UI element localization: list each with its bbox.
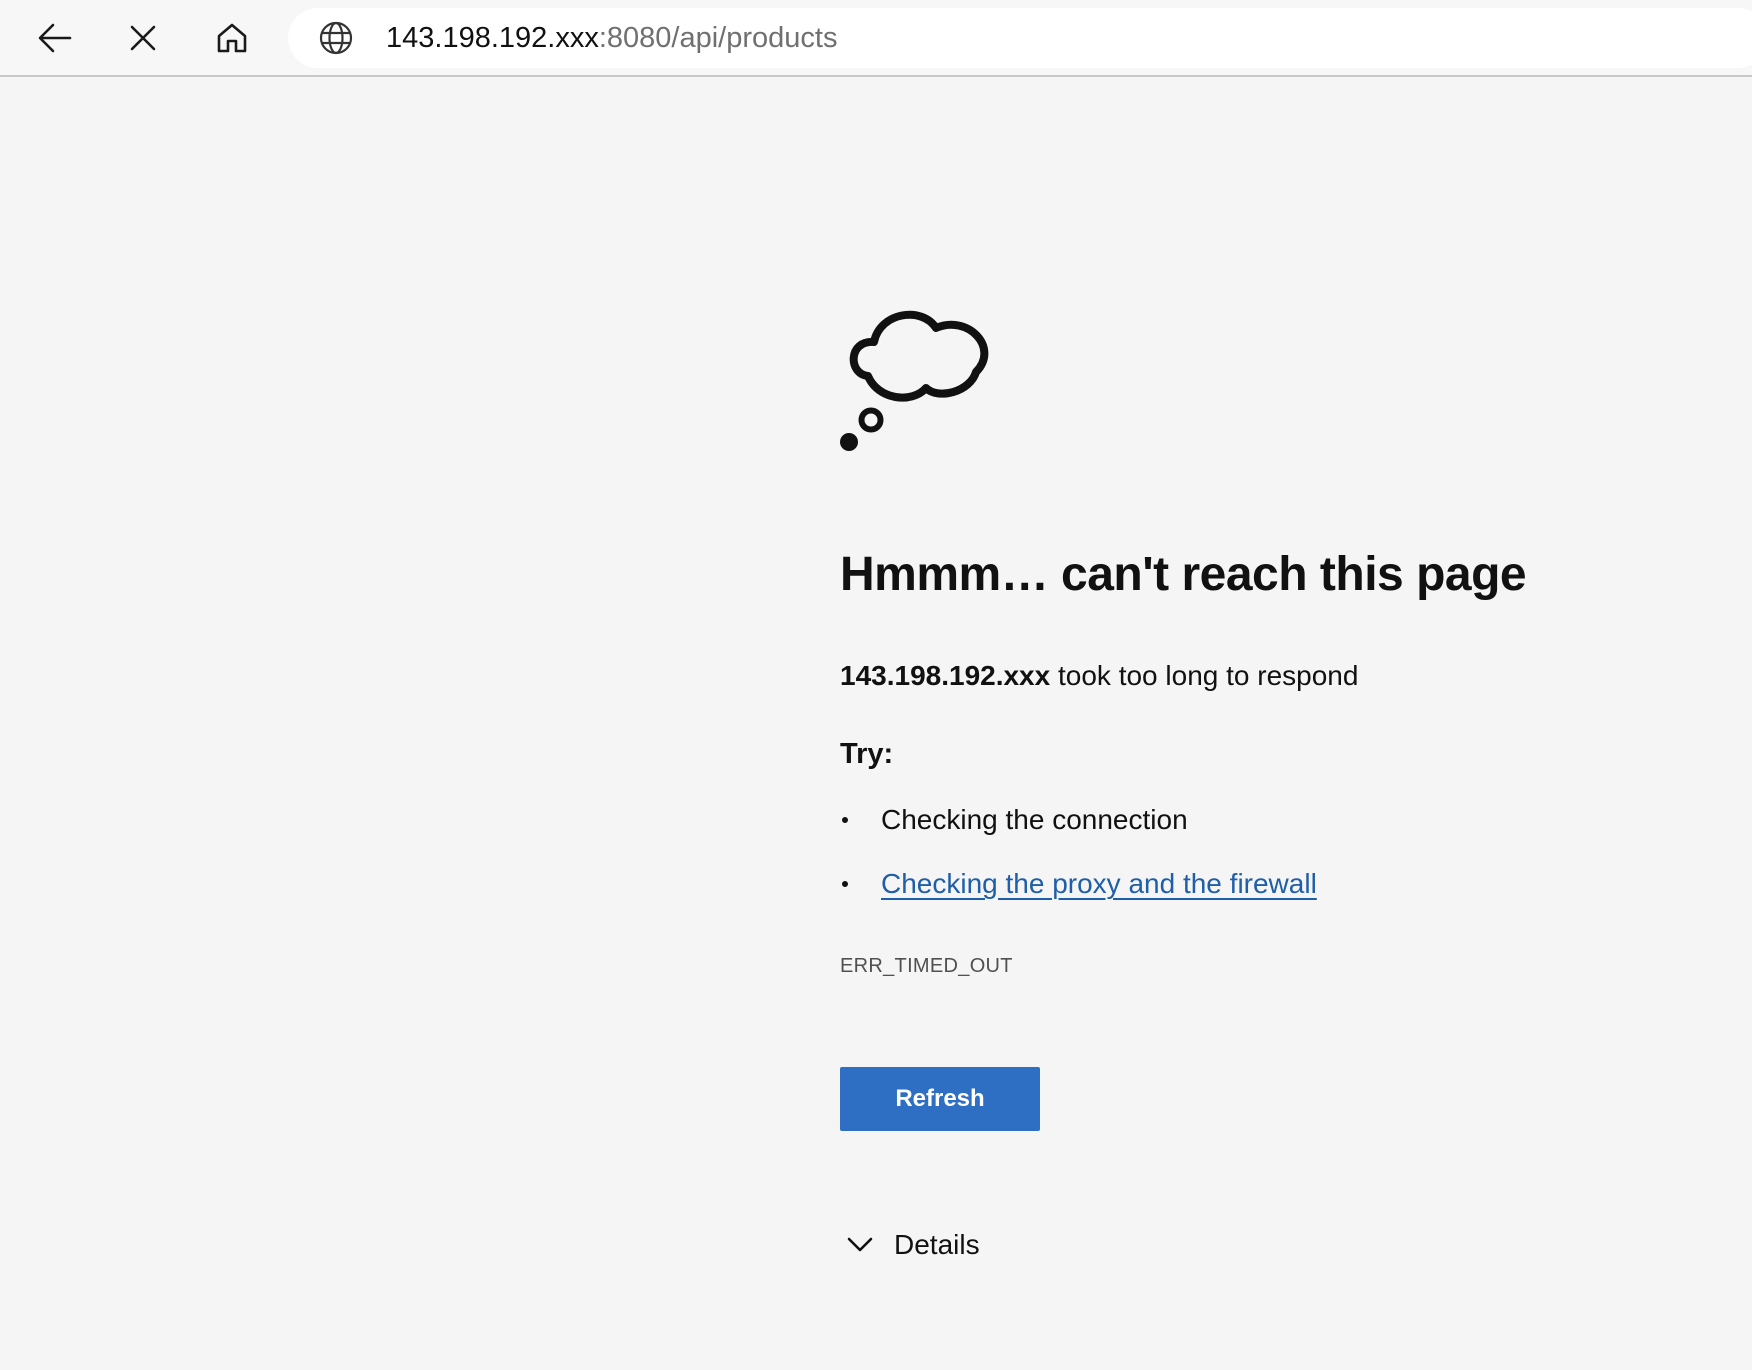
error-host: 143.198.192.xxx — [840, 660, 1051, 691]
url-text[interactable]: 143.198.192.xxx:8080/api/products — [386, 22, 837, 54]
page-title: Hmmm… can't reach this page — [840, 548, 1527, 601]
address-bar[interactable]: 143.198.192.xxx:8080/api/products — [288, 8, 1752, 68]
try-heading: Try: — [840, 738, 894, 770]
back-button[interactable] — [27, 10, 83, 66]
error-summary: 143.198.192.xxx took too long to respond — [840, 658, 1358, 694]
details-label: Details — [894, 1229, 980, 1260]
arrow-left-icon — [38, 23, 72, 53]
refresh-button[interactable]: Refresh — [840, 1067, 1040, 1131]
list-item: Checking the proxy and the firewall — [840, 866, 1317, 930]
url-path: :8080/api/products — [598, 22, 838, 54]
details-toggle[interactable]: Details — [840, 1225, 980, 1265]
close-icon — [130, 25, 156, 51]
list-item: Checking the connection — [840, 802, 1317, 866]
home-button[interactable] — [204, 10, 260, 66]
suggestion-check-connection: Checking the connection — [881, 804, 1188, 835]
globe-icon — [319, 21, 353, 55]
home-icon — [217, 23, 247, 53]
error-summary-text: took too long to respond — [1050, 660, 1359, 691]
stop-loading-button[interactable] — [115, 10, 171, 66]
bullet — [842, 817, 848, 823]
suggestion-list: Checking the connection Checking the pro… — [840, 802, 1317, 930]
thought-cloud-icon — [840, 310, 989, 451]
bullet — [842, 881, 848, 887]
proxy-firewall-link[interactable]: Checking the proxy and the firewall — [881, 868, 1317, 899]
browser-toolbar: 143.198.192.xxx:8080/api/products — [0, 0, 1752, 77]
url-host: 143.198.192.xxx — [386, 22, 599, 54]
chevron-down-icon — [840, 1225, 880, 1265]
error-code: ERR_TIMED_OUT — [840, 955, 1013, 977]
